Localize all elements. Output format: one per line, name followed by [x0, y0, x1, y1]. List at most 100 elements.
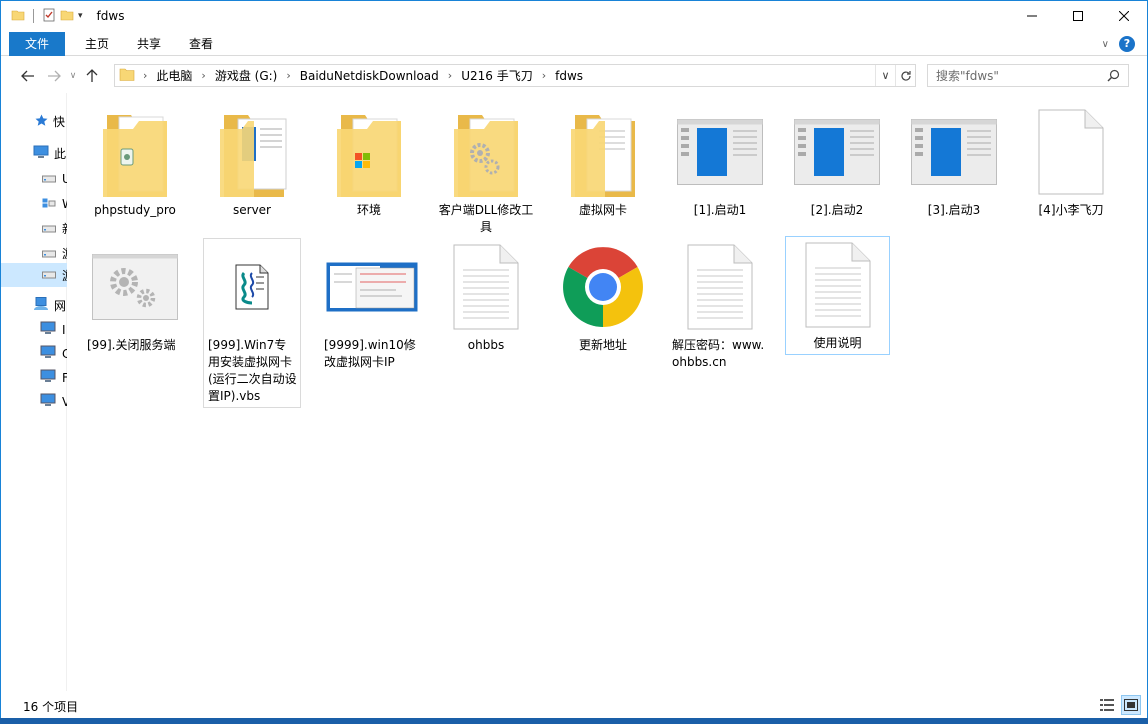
drive-icon [42, 268, 56, 282]
nav-item-drive-new[interactable]: 新 [1, 216, 67, 241]
file-name: [3].启动3 [927, 203, 981, 217]
nav-item-drive-u[interactable]: U [1, 166, 67, 191]
file-item[interactable]: [2].启动2 [784, 103, 890, 222]
maximize-button[interactable] [1055, 1, 1101, 31]
breadcrumb-u216[interactable]: U216 手飞刀 [461, 67, 533, 84]
breadcrumb-this-pc[interactable]: 此电脑 [156, 67, 192, 84]
file-item[interactable]: [99].关闭服务端 [82, 238, 188, 357]
nav-item-network[interactable]: 网 [1, 293, 67, 318]
monitor-icon [40, 393, 56, 410]
search-input[interactable]: 搜索"fdws" [927, 64, 1129, 87]
file-name: [2].启动2 [810, 203, 864, 217]
file-name: 虚拟网卡 [578, 203, 627, 217]
file-name: [1].启动1 [693, 203, 747, 217]
details-view-icon[interactable] [1097, 695, 1117, 715]
file-item[interactable]: ohbbs [433, 238, 539, 357]
file-item[interactable]: 更新地址 [550, 238, 656, 357]
folder-icon [119, 67, 135, 84]
up-button[interactable] [79, 63, 105, 89]
text-file-icon [672, 239, 768, 335]
file-name: [9999].win10修改虚拟网卡IP [324, 338, 416, 369]
nav-item-network-drive[interactable]: W [1, 191, 67, 216]
file-item[interactable]: 解压密码：www.ohbbs.cn [667, 238, 773, 374]
folder-icon [555, 104, 651, 200]
address-bar[interactable]: › 此电脑 › 游戏盘 (G:) › BaiduNetdiskDownload … [114, 64, 916, 87]
app-window-icon [672, 104, 768, 200]
nav-label: I [62, 322, 66, 337]
chevron-right-icon[interactable]: › [143, 69, 147, 82]
file-name: [4]小李飞刀 [1038, 203, 1104, 217]
nav-item-computer-2[interactable]: C [1, 341, 67, 366]
text-file-icon [790, 237, 886, 333]
properties-icon[interactable] [42, 8, 56, 25]
folder-icon [321, 104, 417, 200]
nav-label: F [62, 371, 67, 385]
breadcrumb-fdws[interactable]: fdws [555, 69, 583, 83]
customize-dropdown-icon[interactable]: ▾ [78, 11, 83, 21]
forward-button[interactable] [41, 63, 67, 89]
nav-item-computer-1[interactable]: I [1, 317, 67, 342]
chevron-right-icon[interactable]: › [448, 69, 452, 82]
close-button[interactable] [1101, 1, 1147, 31]
search-placeholder: 搜索"fdws" [936, 69, 999, 83]
large-icons-view-icon[interactable] [1121, 695, 1141, 715]
file-item[interactable]: [999].Win7专用安装虚拟网卡(运行二次自动设置IP).vbs [203, 238, 301, 408]
help-icon[interactable]: ? [1119, 36, 1135, 52]
blank-file-icon [1023, 104, 1119, 200]
minimize-button[interactable] [1009, 1, 1055, 31]
tab-share[interactable]: 共享 [123, 32, 175, 56]
nav-item-computer-3[interactable]: F [1, 365, 67, 390]
monitor-icon [40, 321, 56, 338]
search-icon[interactable] [1107, 69, 1120, 85]
text-file-icon [438, 239, 534, 335]
tab-home[interactable]: 主页 [71, 32, 123, 56]
folder-icon [11, 8, 25, 25]
network-icon [33, 297, 49, 314]
folder-icon [87, 104, 183, 200]
file-item[interactable]: 虚拟网卡 [550, 103, 656, 222]
new-folder-icon[interactable] [60, 8, 74, 25]
breadcrumb-baidu[interactable]: BaiduNetdiskDownload [300, 69, 439, 83]
nav-label: 此 [54, 147, 67, 161]
chevron-right-icon[interactable]: › [542, 69, 546, 82]
file-item[interactable]: [4]小李飞刀 [1018, 103, 1124, 222]
nav-item-this-pc[interactable]: 此 [1, 141, 67, 166]
address-history-dropdown-icon[interactable]: ∨ [875, 65, 895, 86]
nav-item-computer-4[interactable]: V [1, 389, 67, 414]
file-item[interactable]: [9999].win10修改虚拟网卡IP [319, 238, 425, 374]
file-item[interactable]: [3].启动3 [901, 103, 1007, 222]
navigation-pane: 快 此 U W 新 [1, 93, 67, 691]
view-switcher [1097, 695, 1141, 715]
file-name: [99].关闭服务端 [87, 338, 176, 352]
chevron-right-icon[interactable]: › [201, 69, 205, 82]
folder-icon [204, 104, 300, 200]
pc-icon [33, 145, 49, 162]
nav-label: 快 [53, 115, 66, 129]
tab-file[interactable]: 文件 [9, 31, 66, 56]
drive-icon [42, 172, 56, 186]
vbs-script-icon [204, 239, 300, 335]
nav-item-drive-game-selected[interactable]: 游 [1, 263, 67, 287]
window-title: fdws [96, 9, 125, 23]
nav-label: W [62, 197, 67, 211]
chevron-right-icon[interactable]: › [286, 69, 290, 82]
file-item-focused[interactable]: 使用说明 [785, 236, 890, 355]
expand-ribbon-icon[interactable]: ∨ [1102, 39, 1109, 50]
file-item[interactable]: phpstudy_pro [82, 103, 188, 222]
star-icon [35, 114, 48, 130]
nav-item-quick-access[interactable]: 快 [1, 109, 67, 134]
tab-view[interactable]: 查看 [175, 32, 227, 56]
file-item[interactable]: server [199, 103, 305, 222]
refresh-icon[interactable] [895, 65, 915, 86]
quick-access-toolbar: ▾ [11, 8, 83, 25]
breadcrumb-drive[interactable]: 游戏盘 (G:) [215, 67, 278, 84]
screenshot-icon [324, 239, 420, 335]
file-item[interactable]: 环境 [316, 103, 422, 222]
nav-label: C [62, 347, 67, 361]
recent-locations-icon[interactable]: ∨ [67, 63, 79, 89]
chrome-icon [555, 239, 651, 335]
file-item[interactable]: [1].启动1 [667, 103, 773, 222]
app-window-icon [906, 104, 1002, 200]
file-item[interactable]: 客户端DLL修改工具 [433, 103, 539, 239]
back-button[interactable] [15, 63, 41, 89]
